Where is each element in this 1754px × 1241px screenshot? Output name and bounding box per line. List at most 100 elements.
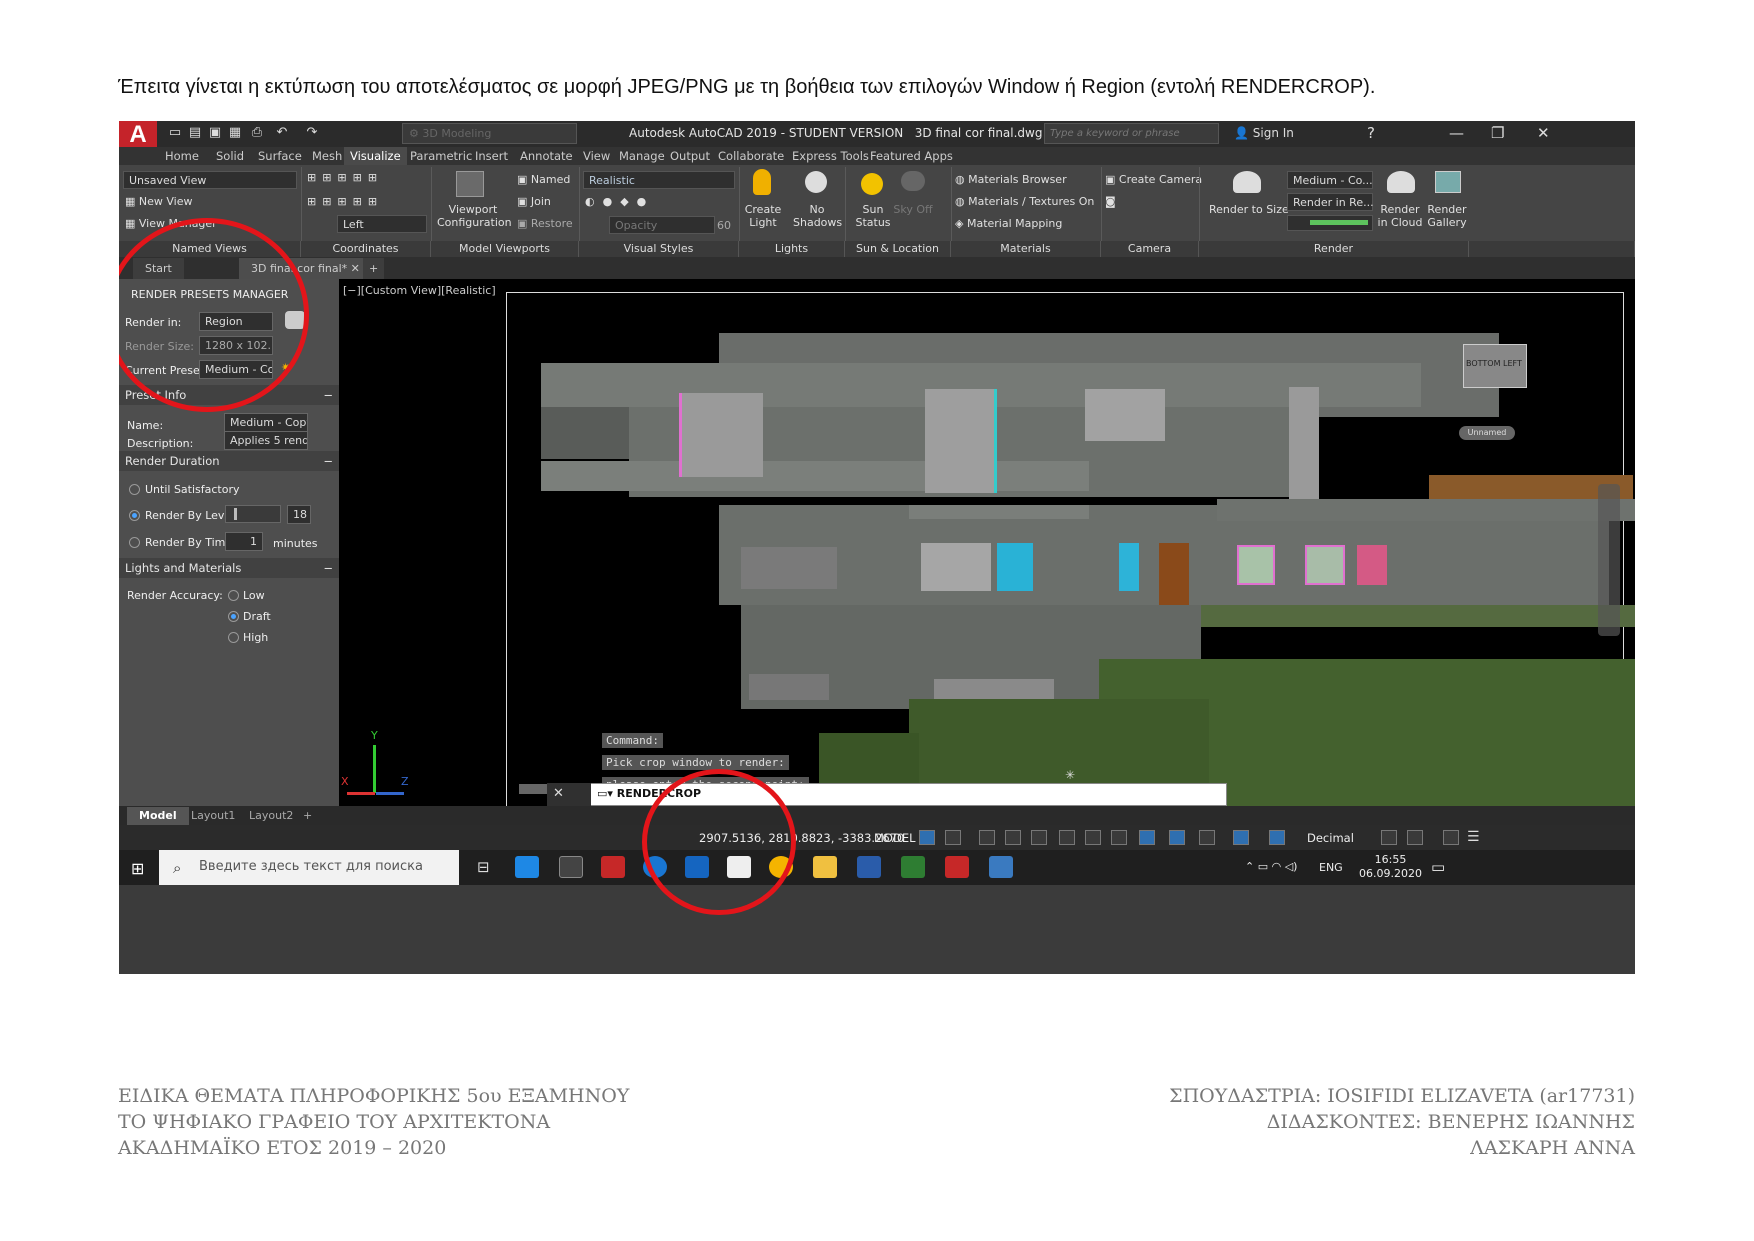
render-by-time-radio[interactable] bbox=[129, 537, 140, 548]
viewport-config-button[interactable]: Viewport Configuration bbox=[437, 203, 512, 229]
close-icon[interactable]: ✕ bbox=[1537, 124, 1550, 142]
viewport-controls-label[interactable]: [−][Custom View][Realistic] bbox=[343, 284, 496, 297]
visual-style-icons[interactable]: ◐●◆● bbox=[585, 195, 654, 208]
time-stepper[interactable]: 1 bbox=[225, 532, 263, 551]
language-indicator[interactable]: ENG bbox=[1319, 861, 1343, 874]
lock-ui-icon[interactable] bbox=[1407, 830, 1423, 845]
object-snap-icon[interactable] bbox=[1139, 830, 1155, 845]
redo-icon[interactable]: ↷ bbox=[304, 125, 320, 141]
close-tab-icon[interactable]: ✕ bbox=[351, 262, 360, 275]
camera-glyph-icon[interactable]: ◙ bbox=[1105, 195, 1116, 208]
new-file-icon[interactable]: ▭ bbox=[167, 125, 183, 141]
restore-button[interactable]: ▣ Restore bbox=[517, 217, 573, 230]
taskbar-search-input[interactable]: Введите здесь текст для поиска bbox=[159, 850, 459, 885]
ucs-view-dropdown[interactable]: Left bbox=[337, 215, 427, 233]
opacity-slider[interactable]: Opacity bbox=[609, 216, 715, 234]
plot-icon[interactable]: ⎙ bbox=[249, 125, 265, 141]
tab-express-tools[interactable]: Express Tools bbox=[786, 147, 875, 165]
polar-icon[interactable] bbox=[1059, 830, 1075, 845]
selection-cycling-icon[interactable] bbox=[1169, 830, 1185, 845]
named-view-dropdown[interactable]: Unsaved View bbox=[123, 171, 297, 189]
tab-collaborate[interactable]: Collaborate bbox=[712, 147, 790, 165]
tab-insert[interactable]: Insert bbox=[469, 147, 514, 165]
sky-off-button[interactable]: Sky Off bbox=[893, 203, 933, 216]
until-satisfactory-radio[interactable] bbox=[129, 484, 140, 495]
tab-visualize[interactable]: Visualize bbox=[344, 147, 407, 165]
create-light-button[interactable]: Create Light bbox=[741, 203, 785, 229]
tab-output[interactable]: Output bbox=[664, 147, 716, 165]
add-layout-button[interactable]: + bbox=[291, 807, 324, 825]
command-close-icon[interactable]: ✕ bbox=[547, 783, 591, 806]
system-tray-icons[interactable]: ⌃ ▭ ◠ ◁) bbox=[1245, 860, 1297, 873]
object-snap-tracking-icon[interactable] bbox=[1111, 830, 1127, 845]
level-value[interactable]: 18 bbox=[287, 505, 311, 524]
sign-in-button[interactable]: 👤 Sign In bbox=[1234, 126, 1294, 140]
viewport-config-icon[interactable] bbox=[456, 171, 484, 197]
grid-toggle-icon[interactable] bbox=[919, 830, 935, 845]
maximize-icon[interactable]: ❐ bbox=[1491, 124, 1504, 142]
save-icon[interactable]: ▣ bbox=[207, 125, 223, 141]
render-output-dropdown[interactable]: Render in Re... bbox=[1287, 193, 1374, 211]
accuracy-high-radio[interactable] bbox=[228, 632, 239, 643]
create-camera-button[interactable]: ▣ Create Camera bbox=[1105, 173, 1202, 186]
notifications-icon[interactable]: ▭ bbox=[1431, 858, 1445, 876]
tab-home[interactable]: Home bbox=[159, 147, 205, 165]
accuracy-low-radio[interactable] bbox=[228, 590, 239, 601]
autocad-app-icon[interactable] bbox=[945, 856, 969, 878]
render-by-level-radio[interactable] bbox=[129, 510, 140, 521]
new-view-button[interactable]: ▦ New View bbox=[125, 195, 192, 208]
acrobat-app-icon[interactable] bbox=[601, 856, 625, 878]
tab-mesh[interactable]: Mesh bbox=[306, 147, 348, 165]
materials-browser-button[interactable]: ◍ Materials Browser bbox=[955, 173, 1067, 186]
tab-surface[interactable]: Surface bbox=[252, 147, 308, 165]
minimize-icon[interactable]: — bbox=[1449, 124, 1464, 142]
ucs-icons-row1[interactable]: ⊞⊞⊞⊞⊞ bbox=[307, 171, 383, 184]
fullscreen-icon[interactable] bbox=[1443, 830, 1459, 845]
new-tab-button[interactable]: + bbox=[363, 258, 385, 279]
ucs-icons-row2[interactable]: ⊞⊞⊞⊞⊞ bbox=[307, 195, 383, 208]
workspace-dropdown[interactable]: ⚙ 3D Modeling bbox=[402, 123, 577, 144]
file-explorer-icon[interactable] bbox=[813, 856, 837, 878]
tab-solid[interactable]: Solid bbox=[210, 147, 250, 165]
help-search-input[interactable]: Type a keyword or phrase bbox=[1044, 123, 1219, 144]
photos-app-icon[interactable] bbox=[989, 856, 1013, 878]
render-duration-header[interactable]: Render Duration − bbox=[119, 451, 339, 471]
sun-status-button[interactable]: Sun Status bbox=[851, 203, 895, 229]
infer-constraints-icon[interactable] bbox=[979, 830, 995, 845]
save-as-icon[interactable]: ▦ bbox=[227, 125, 243, 141]
help-icon[interactable]: ? bbox=[1367, 124, 1375, 142]
preset-description-field[interactable]: Applies 5 renderin bbox=[224, 431, 308, 450]
ucs-menu-button[interactable]: Unnamed bbox=[1459, 426, 1515, 440]
dreamweaver-app-icon[interactable] bbox=[901, 856, 925, 878]
render-gallery-button[interactable]: Render Gallery bbox=[1425, 203, 1469, 229]
render-preset-dropdown[interactable]: Medium - Co... bbox=[1287, 171, 1373, 189]
tab-featured-apps[interactable]: Featured Apps bbox=[864, 147, 959, 165]
windows-start-icon[interactable]: ⊞ bbox=[131, 859, 144, 878]
mail-app-icon[interactable] bbox=[515, 856, 539, 878]
model-space-button[interactable]: MODEL bbox=[874, 831, 916, 845]
render-quality-slider[interactable] bbox=[1287, 215, 1373, 231]
isodraft-icon[interactable] bbox=[1085, 830, 1101, 845]
units-dropdown[interactable]: Decimal bbox=[1307, 831, 1354, 845]
visual-style-dropdown[interactable]: Realistic bbox=[583, 171, 735, 189]
render-to-size-button[interactable]: Render to Size bbox=[1209, 203, 1289, 216]
quick-properties-icon[interactable] bbox=[1381, 830, 1397, 845]
level-slider[interactable] bbox=[225, 505, 281, 523]
tab-parametric[interactable]: Parametric bbox=[404, 147, 478, 165]
word-app-icon[interactable] bbox=[857, 856, 881, 878]
tab-annotate[interactable]: Annotate bbox=[514, 147, 579, 165]
tab-manage[interactable]: Manage bbox=[613, 147, 671, 165]
undo-icon[interactable]: ↶ bbox=[274, 125, 290, 141]
annotation-scale-icon[interactable] bbox=[1269, 830, 1285, 845]
3d-osnap-icon[interactable] bbox=[1199, 830, 1215, 845]
autocad-logo[interactable]: A bbox=[119, 121, 157, 149]
tab-view[interactable]: View bbox=[577, 147, 616, 165]
dynamic-input-icon[interactable] bbox=[1005, 830, 1021, 845]
notepad-app-icon[interactable] bbox=[559, 856, 583, 878]
navigation-bar[interactable] bbox=[1598, 484, 1620, 636]
open-icon[interactable]: ▤ bbox=[187, 125, 203, 141]
named-viewports-button[interactable]: ▣ Named bbox=[517, 173, 570, 186]
snap-toggle-icon[interactable] bbox=[945, 830, 961, 845]
materials-textures-toggle[interactable]: ◍ Materials / Textures On bbox=[955, 195, 1094, 208]
no-shadows-button[interactable]: No Shadows bbox=[793, 203, 842, 229]
